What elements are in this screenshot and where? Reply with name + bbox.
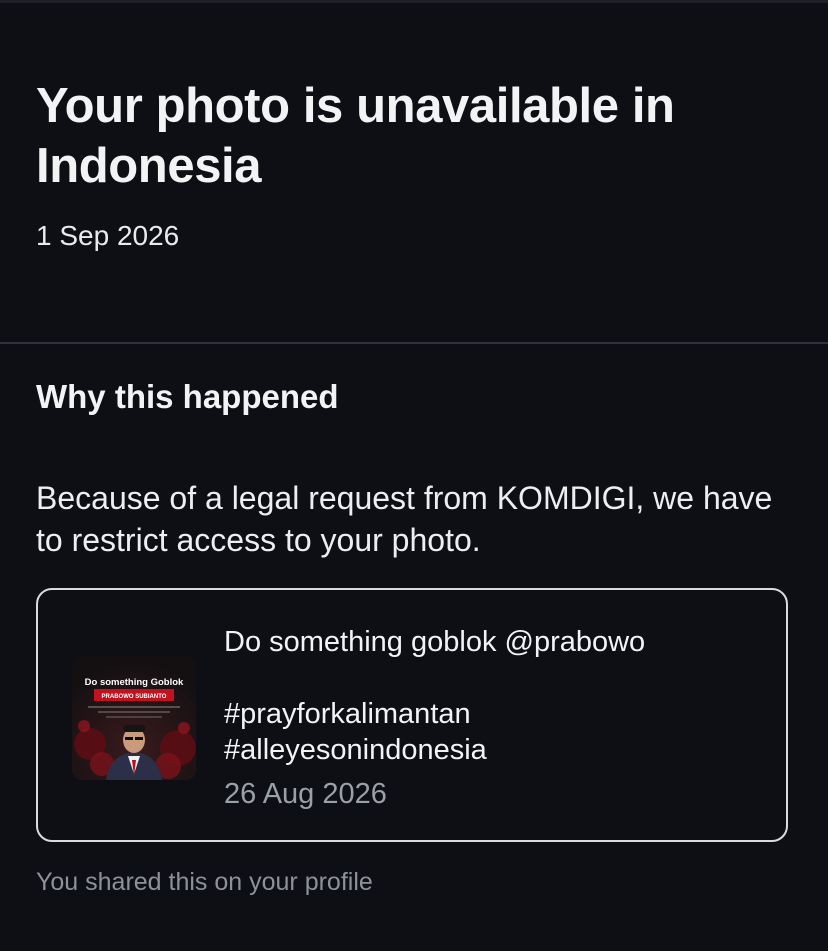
restriction-reason: Because of a legal request from KOMDIGI,…	[36, 480, 773, 558]
post-caption-line: Do something goblok @prabowo	[224, 626, 646, 658]
post-caption: Do something goblok @prabowo #prayforkal…	[224, 624, 764, 768]
notice-date: 1 Sep 2026	[36, 220, 180, 251]
thumbnail-name-text: PRABOWO SUBIANTO	[102, 694, 167, 700]
restricted-post-card[interactable]: Do something Goblok PRABOWO SUBIANTO Do …	[36, 588, 788, 842]
page-title: Your photo is unavailable in Indonesia	[36, 79, 675, 193]
shared-note: You shared this on your profile	[36, 868, 373, 896]
post-date: 26 Aug 2026	[224, 778, 387, 810]
post-thumbnail-image: Do something Goblok PRABOWO SUBIANTO	[72, 656, 196, 780]
post-hashtag[interactable]: #prayforkalimantan	[224, 696, 764, 732]
post-thumbnail[interactable]: Do something Goblok PRABOWO SUBIANTO	[72, 656, 196, 780]
top-divider	[0, 0, 828, 3]
thumbnail-headline: Do something Goblok	[85, 677, 184, 688]
post-hashtag[interactable]: #alleyesonindonesia	[224, 732, 764, 768]
section-divider	[0, 342, 828, 344]
section-heading: Why this happened	[36, 378, 339, 415]
restriction-notice-page: Your photo is unavailable in Indonesia 1…	[0, 0, 828, 951]
